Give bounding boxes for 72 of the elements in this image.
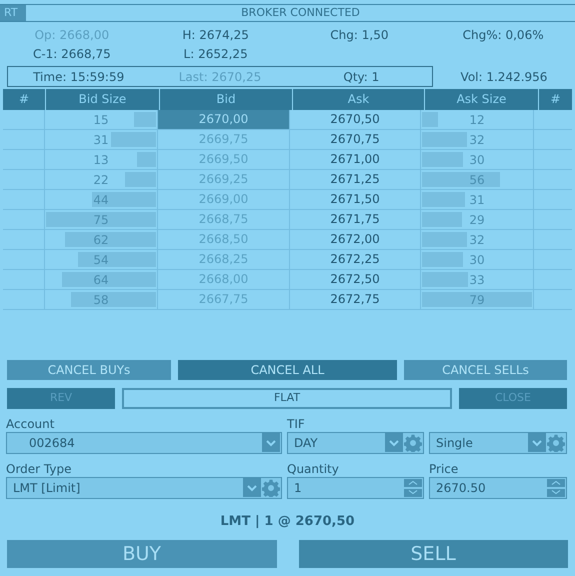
chevron-down-icon bbox=[408, 490, 418, 495]
gear-icon[interactable] bbox=[262, 478, 280, 496]
realtime-tag: RT bbox=[0, 5, 26, 21]
quantity-field[interactable]: 1 bbox=[287, 476, 424, 498]
dropdown-button[interactable] bbox=[243, 478, 261, 497]
order-mode-select[interactable]: Single bbox=[429, 432, 567, 454]
ask-price[interactable]: 2670,50 bbox=[290, 110, 421, 129]
quote-stat: H: 2674,25 bbox=[181, 27, 250, 44]
decrement-button[interactable] bbox=[404, 488, 422, 496]
column-header[interactable]: Bid Size bbox=[46, 89, 159, 110]
ask-size: 33 bbox=[469, 272, 485, 288]
column-header[interactable]: Bid bbox=[160, 89, 292, 110]
price-field[interactable]: 2670.50 bbox=[429, 476, 567, 498]
chevron-up-icon bbox=[551, 480, 561, 485]
column-header[interactable]: Ask bbox=[293, 89, 424, 110]
chevron-up-icon bbox=[408, 480, 418, 485]
bid-price[interactable]: 2670,00 bbox=[158, 110, 290, 129]
buy-button[interactable]: BUY bbox=[7, 540, 276, 568]
order-summary: LMT | 1 @ 2670,50 bbox=[219, 512, 356, 530]
ask-size: 32 bbox=[469, 232, 485, 248]
order-type-select[interactable]: LMT [Limit] bbox=[6, 476, 282, 498]
field-label: Quantity bbox=[287, 462, 340, 476]
account-select[interactable]: 002684 bbox=[6, 432, 282, 454]
ask-size: 12 bbox=[469, 112, 485, 128]
dropdown-button[interactable] bbox=[385, 433, 403, 452]
quote-stat: L: 2652,25 bbox=[182, 46, 249, 63]
chevron-down-icon bbox=[551, 490, 561, 495]
ask-price[interactable]: 2671,50 bbox=[290, 190, 421, 209]
bid-size: 31 bbox=[93, 132, 109, 148]
quote-stat: Chg: 1,50 bbox=[329, 27, 390, 44]
trade-stat: Time: 15:59:59 bbox=[32, 68, 126, 86]
field-label: Account bbox=[6, 416, 56, 430]
quote-stat: C-1: 2668,75 bbox=[32, 46, 112, 63]
sell-button[interactable]: SELL bbox=[298, 540, 568, 568]
field-label: Order Type bbox=[6, 462, 72, 476]
gear-icon[interactable] bbox=[404, 434, 422, 452]
dropdown-button[interactable] bbox=[262, 433, 280, 452]
column-header[interactable]: # bbox=[3, 89, 45, 110]
cancel-button[interactable]: CANCEL SELLs bbox=[404, 360, 567, 380]
connection-status: BROKER CONNECTED bbox=[240, 5, 361, 21]
volume: Vol: 1.242.956 bbox=[460, 68, 548, 86]
bid-size: 22 bbox=[93, 172, 109, 188]
ask-size: 30 bbox=[469, 152, 485, 168]
bid-size: 15 bbox=[93, 112, 109, 128]
field-label: Price bbox=[429, 462, 460, 476]
trade-stat: Qty: 1 bbox=[342, 68, 380, 86]
ask-price[interactable]: 2671,75 bbox=[290, 210, 421, 229]
ask-price[interactable]: 2672,25 bbox=[290, 250, 421, 269]
dropdown-button[interactable] bbox=[528, 433, 546, 452]
increment-button[interactable] bbox=[547, 478, 565, 486]
ask-price[interactable]: 2671,00 bbox=[290, 150, 421, 169]
quote-stat: Chg%: 0,06% bbox=[462, 27, 545, 44]
ask-size: 31 bbox=[469, 192, 485, 208]
ask-price[interactable]: 2672,75 bbox=[290, 290, 421, 309]
tif-select[interactable]: DAY bbox=[287, 432, 424, 454]
position-button[interactable]: FLAT bbox=[122, 388, 452, 408]
increment-button[interactable] bbox=[404, 478, 422, 486]
cancel-button[interactable]: CANCEL ALL bbox=[178, 360, 397, 380]
ask-price[interactable]: 2670,75 bbox=[290, 130, 421, 149]
ask-price[interactable]: 2672,00 bbox=[290, 230, 421, 249]
bid-size: 13 bbox=[93, 152, 109, 168]
decrement-button[interactable] bbox=[547, 488, 565, 496]
ask-price[interactable]: 2672,50 bbox=[290, 270, 421, 289]
column-header[interactable]: Ask Size bbox=[425, 89, 538, 110]
cancel-button[interactable]: CANCEL BUYs bbox=[7, 360, 171, 380]
ask-size: 29 bbox=[469, 212, 485, 228]
ask-size: 30 bbox=[469, 252, 485, 268]
column-header[interactable]: # bbox=[539, 89, 572, 110]
gear-icon[interactable] bbox=[547, 434, 565, 452]
ask-price[interactable]: 2671,25 bbox=[290, 170, 421, 189]
ask-size: 32 bbox=[469, 132, 485, 148]
field-label: TIF bbox=[287, 416, 306, 430]
